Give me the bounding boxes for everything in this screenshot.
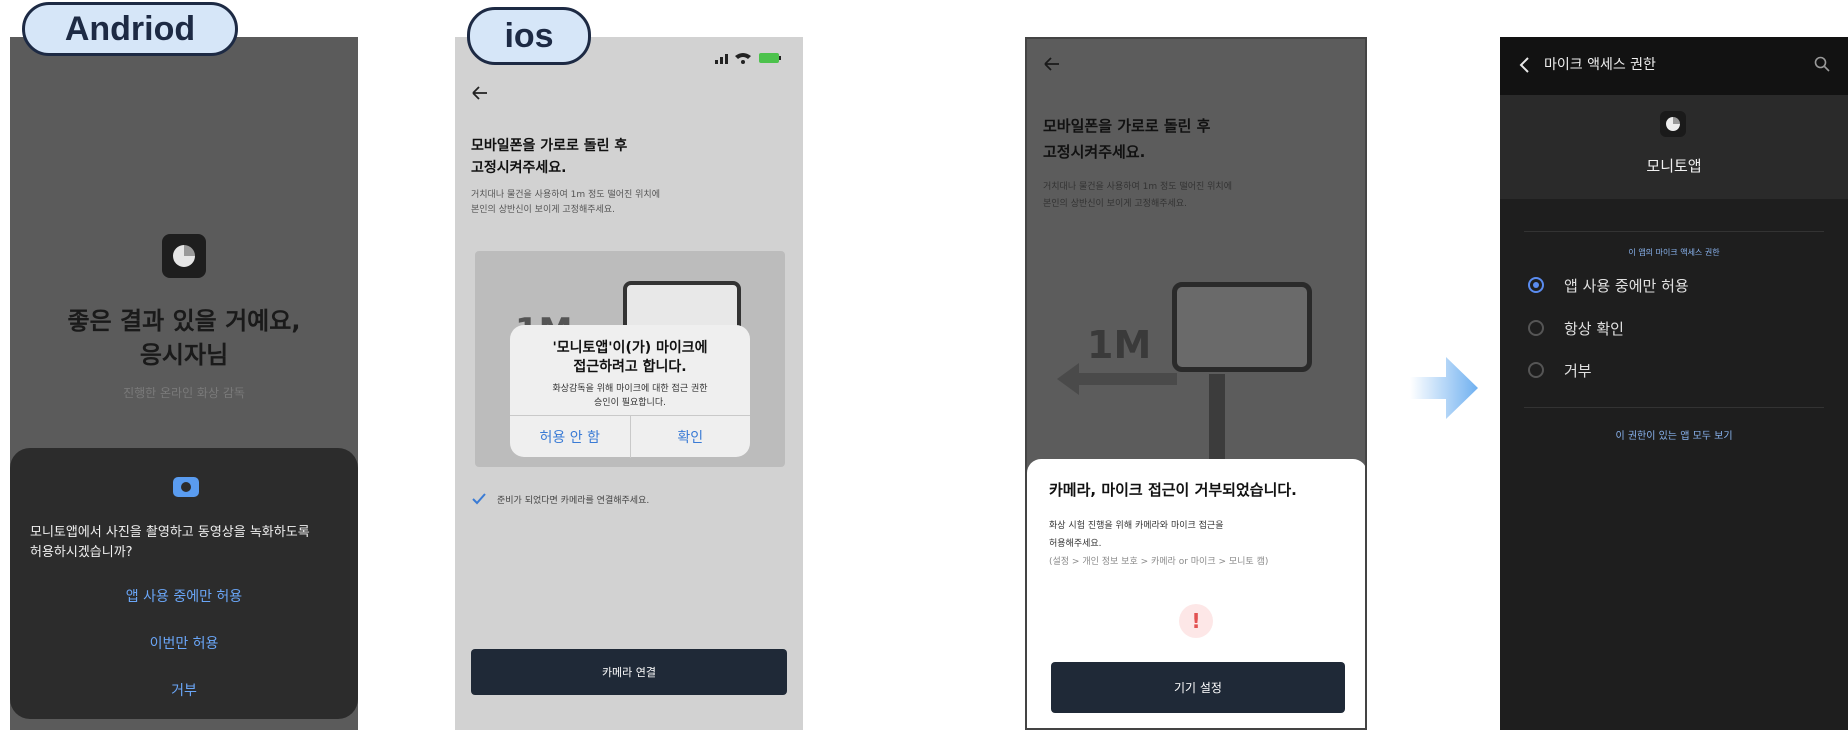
phone-illustration bbox=[1172, 282, 1312, 372]
settings-screen: 마이크 액세스 권한 모니토앱 이 앱의 마이크 액세스 권한 앱 사용 중에만… bbox=[1500, 37, 1848, 730]
desc-line2: 본인의 상반신이 보이게 고정해주세요. bbox=[1043, 199, 1187, 209]
title-line1: 모바일폰을 가로로 돌린 후 bbox=[471, 138, 628, 154]
sheet-title: 카메라, 마이크 접근이 거부되었습니다. bbox=[1049, 481, 1297, 499]
instruction-desc: 거치대나 물건을 사용하여 1m 정도 떨어진 위치에 본인의 상반신이 보이게… bbox=[471, 188, 660, 218]
option-deny[interactable]: 거부 bbox=[1564, 360, 1592, 381]
sheet-body-line1: 화상 시험 진행을 위해 카메라와 마이크 접근을 bbox=[1049, 521, 1224, 531]
option-allow-while-using[interactable]: 앱 사용 중에만 허용 bbox=[1564, 275, 1689, 296]
instruction-title: 모바일폰을 가로로 돌린 후 고정시켜주세요. bbox=[1043, 113, 1210, 165]
divider bbox=[1524, 231, 1824, 232]
headline-line2: 응시자님 bbox=[139, 341, 229, 369]
allow-once-button[interactable]: 이번만 허용 bbox=[10, 633, 358, 653]
dialog-text-line2: 허용하시겠습니까? bbox=[30, 545, 133, 560]
warning-icon: ! bbox=[1179, 604, 1213, 638]
app-name: 모니토앱 bbox=[1646, 157, 1702, 175]
camera-icon bbox=[173, 477, 199, 497]
stand-illustration bbox=[1209, 374, 1225, 464]
allow-while-using-button[interactable]: 앱 사용 중에만 허용 bbox=[10, 586, 358, 606]
android-label: Andriod bbox=[22, 2, 238, 56]
distance-arrow-icon bbox=[1057, 363, 1177, 395]
deny-button[interactable]: 거부 bbox=[10, 680, 358, 700]
section-label: 이 앱의 마이크 액세스 권한 bbox=[1628, 248, 1720, 257]
divider bbox=[1524, 407, 1824, 408]
title-line2: 고정시켜주세요. bbox=[1043, 143, 1146, 161]
desc-line1: 거치대나 물건을 사용하여 1m 정도 떨어진 위치에 bbox=[1043, 182, 1232, 192]
title-line1: 모바일폰을 가로로 돌린 후 bbox=[1043, 117, 1211, 135]
alert-body-line2: 승인이 필요합니다. bbox=[594, 398, 666, 408]
title-line2: 고정시켜주세요. bbox=[471, 160, 567, 176]
right-arrow-icon bbox=[1410, 357, 1478, 419]
camera-connect-button[interactable]: 카메라 연결 bbox=[471, 649, 787, 695]
status-bar-icons bbox=[715, 53, 781, 64]
ios-screen: 모바일폰을 가로로 돌린 후 고정시켜주세요. 거치대나 물건을 사용하여 1m… bbox=[455, 37, 803, 730]
check-icon bbox=[472, 493, 486, 505]
app-logo-icon bbox=[162, 234, 206, 278]
sheet-body-line2: 허용해주세요. bbox=[1049, 539, 1102, 549]
signal-icon bbox=[715, 54, 728, 64]
denied-screen: 모바일폰을 가로로 돌린 후 고정시켜주세요. 거치대나 물건을 사용하여 1m… bbox=[1025, 37, 1367, 730]
option-always-ask[interactable]: 항상 확인 bbox=[1564, 318, 1624, 339]
headline-line1: 좋은 결과 있을 거예요, bbox=[67, 307, 301, 335]
app-logo-icon bbox=[1660, 111, 1686, 137]
alert-ok-button[interactable]: 확인 bbox=[631, 416, 751, 458]
battery-icon bbox=[759, 53, 781, 63]
ios-label: ios bbox=[467, 7, 591, 65]
back-arrow-icon[interactable] bbox=[471, 85, 489, 101]
radio-always-ask[interactable] bbox=[1528, 320, 1544, 336]
header-title: 마이크 액세스 권한 bbox=[1544, 57, 1656, 73]
wifi-icon bbox=[735, 53, 751, 64]
app-info-block: 모니토앱 bbox=[1500, 95, 1848, 199]
dialog-text: 모니토앱에서 사진을 촬영하고 동영상을 녹화하도록 허용하시겠습니까? bbox=[30, 523, 310, 563]
denied-sheet: 카메라, 마이크 접근이 거부되었습니다. 화상 시험 진행을 위해 카메라와 … bbox=[1027, 459, 1365, 728]
alert-title-line2: 접근하려고 합니다. bbox=[573, 359, 687, 375]
alert-deny-button[interactable]: 허용 안 함 bbox=[510, 416, 631, 458]
radio-deny[interactable] bbox=[1528, 362, 1544, 378]
radio-allow-while-using[interactable] bbox=[1528, 277, 1544, 293]
sheet-path: (설정 > 개인 정보 보호 > 카메라 or 마이크 > 모니토 캠) bbox=[1049, 557, 1269, 567]
alert-title-line1: '모니토앱'이(가) 마이크에 bbox=[552, 340, 708, 356]
permission-sheet: 모니토앱에서 사진을 촬영하고 동영상을 녹화하도록 허용하시겠습니까? 앱 사… bbox=[10, 448, 358, 719]
subtitle: 진행한 온라인 화상 감독 bbox=[123, 386, 245, 400]
settings-header: 마이크 액세스 권한 bbox=[1500, 37, 1848, 95]
dialog-text-line1: 모니토앱에서 사진을 촬영하고 동영상을 녹화하도록 bbox=[30, 525, 310, 540]
instruction-title: 모바일폰을 가로로 돌린 후 고정시켜주세요. bbox=[471, 135, 627, 179]
device-settings-button[interactable]: 기기 설정 bbox=[1051, 662, 1345, 713]
back-chevron-icon[interactable] bbox=[1518, 56, 1530, 74]
alert-body-line1: 화상감독을 위해 마이크에 대한 접근 권한 bbox=[552, 384, 708, 394]
back-arrow-icon[interactable] bbox=[1043, 56, 1061, 72]
ready-text: 준비가 되었다면 카메라를 연결해주세요. bbox=[497, 496, 650, 506]
desc-line1: 거치대나 물건을 사용하여 1m 정도 떨어진 위치에 bbox=[471, 190, 660, 200]
android-screen: 좋은 결과 있을 거예요, 응시자님 진행한 온라인 화상 감독 모니토앱에서 … bbox=[10, 37, 358, 730]
desc-line2: 본인의 상반신이 보이게 고정해주세요. bbox=[471, 205, 615, 215]
instruction-desc: 거치대나 물건을 사용하여 1m 정도 떨어진 위치에 본인의 상반신이 보이게… bbox=[1043, 179, 1232, 213]
search-icon[interactable] bbox=[1814, 56, 1830, 72]
view-all-apps-link[interactable]: 이 권한이 있는 앱 모두 보기 bbox=[1500, 427, 1848, 442]
sheet-body: 화상 시험 진행을 위해 카메라와 마이크 접근을 허용해주세요. (설정 > … bbox=[1049, 517, 1268, 571]
mic-permission-alert: '모니토앱'이(가) 마이크에 접근하려고 합니다. 화상감독을 위해 마이크에… bbox=[510, 325, 751, 458]
